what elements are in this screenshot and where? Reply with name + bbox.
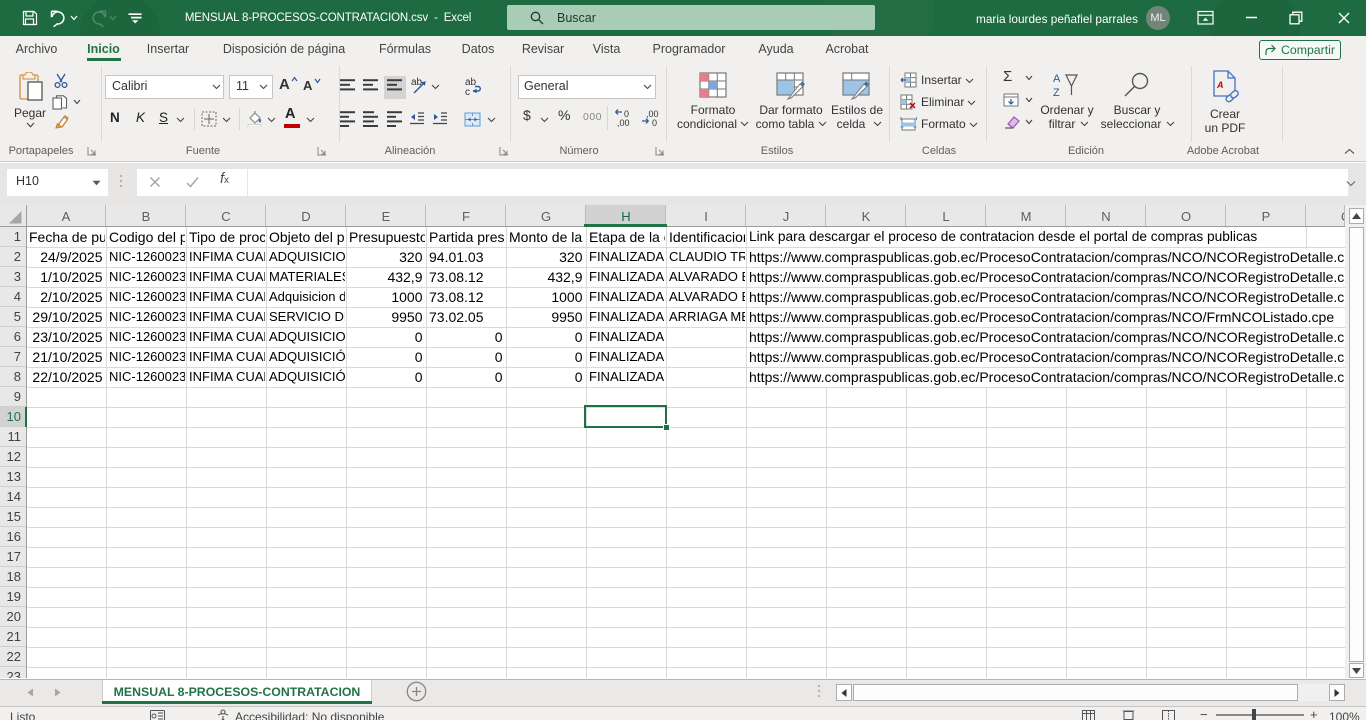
svg-text:Z: Z — [1053, 87, 1060, 99]
svg-text:A: A — [1053, 73, 1061, 85]
svg-text:0: 0 — [652, 118, 657, 127]
svg-text:A: A — [1216, 80, 1224, 90]
svg-text:,00: ,00 — [617, 118, 630, 127]
svg-text:c: c — [465, 87, 470, 96]
